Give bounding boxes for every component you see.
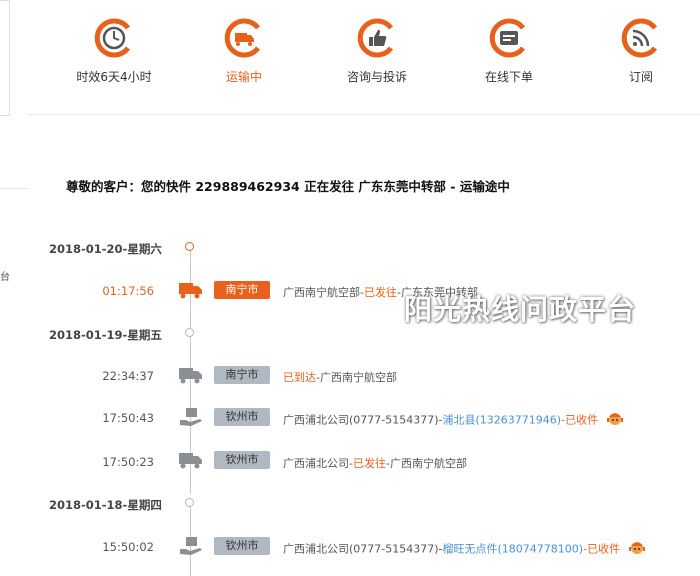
- courier-pickup-icon: [178, 535, 204, 555]
- thumbs-up-icon: [357, 18, 397, 58]
- event-time: 15:50:02: [102, 540, 154, 554]
- desc-text: -广西南宁航空部: [385, 457, 467, 470]
- tracking-headline: 尊敬的客户：您的快件 229889462934 正在发往 广东东莞中转部 - 运…: [66, 179, 510, 194]
- city-badge: 钦州市: [214, 451, 270, 469]
- nav-label: 运输中: [225, 70, 262, 84]
- timeline-dot: [185, 328, 194, 337]
- desc-status: 已发往: [352, 457, 386, 470]
- left-divider: [0, 188, 28, 189]
- event-description: 广西浦北公司-已发往-广西南宁航空部: [283, 455, 467, 471]
- left-box: [0, 0, 10, 116]
- nav-label: 在线下单: [484, 70, 533, 84]
- nav-item-subscribe[interactable]: 订阅: [586, 18, 696, 85]
- event-time: 01:17:56: [102, 284, 154, 298]
- courier-link[interactable]: 榴旺无点件(18074778100): [443, 543, 584, 556]
- courier-pickup-icon: [178, 406, 204, 426]
- desc-status: -已收件: [583, 542, 621, 556]
- date-header: 2018-01-20-星期六: [49, 242, 162, 256]
- rss-icon: [621, 18, 661, 58]
- watermark: 阳光热线问政平台: [404, 293, 637, 326]
- nav-item-complaint[interactable]: 咨询与投诉: [322, 18, 432, 85]
- timeline-dot: [185, 242, 194, 251]
- date-header: 2018-01-19-星期五: [49, 328, 162, 342]
- city-badge: 南宁市: [214, 366, 270, 384]
- desc-text: 广西浦北公司-: [283, 457, 353, 470]
- truck-icon: [178, 450, 204, 470]
- desc-text: 广西浦北公司(0777-5154377)-: [283, 413, 443, 427]
- nav-label: 时效6天4小时: [76, 70, 152, 84]
- nav-item-order-online[interactable]: 在线下单: [454, 18, 564, 85]
- card-icon: [489, 18, 529, 58]
- courier-avatar-icon[interactable]: [606, 411, 624, 430]
- courier-link[interactable]: 浦北县(13263771946): [443, 414, 562, 427]
- city-badge: 钦州市: [214, 537, 270, 555]
- city-badge: 钦州市: [214, 408, 270, 426]
- desc-status: -已收件: [561, 413, 599, 427]
- event-time: 22:34:37: [102, 369, 154, 383]
- desc-status: 已到达: [283, 371, 316, 384]
- clock-refresh-icon: [94, 18, 134, 58]
- nav-item-in-transit[interactable]: 运输中: [189, 18, 299, 85]
- truck-icon: [178, 365, 204, 385]
- event-time: 17:50:23: [102, 455, 154, 469]
- event-time: 17:50:43: [102, 411, 154, 425]
- desc-text: 广西南宁航空部-: [283, 286, 364, 299]
- nav-label: 订阅: [628, 70, 653, 84]
- desc-text: -广西南宁航空部: [316, 371, 397, 384]
- status-nav: 时效6天4小时 运输中 咨询与投诉 在线下单 订阅: [28, 0, 700, 115]
- city-badge: 南宁市: [214, 281, 270, 299]
- nav-label: 咨询与投诉: [346, 70, 407, 84]
- truck-icon: [178, 280, 204, 300]
- left-panel: 台: [0, 0, 29, 576]
- timeline-dot: [185, 498, 194, 507]
- left-edge-text: 台: [0, 272, 10, 283]
- event-description: 广西浦北公司(0777-5154377)-浦北县(13263771946)-已收…: [283, 411, 624, 430]
- event-description: 广西浦北公司(0777-5154377)-榴旺无点件(18074778100)-…: [283, 540, 646, 559]
- desc-text: 广西浦北公司(0777-5154377)-: [283, 542, 443, 556]
- event-description: 已到达-广西南宁航空部: [283, 369, 397, 385]
- nav-item-timeliness[interactable]: 时效6天4小时: [59, 18, 169, 85]
- date-header: 2018-01-18-星期四: [49, 498, 162, 512]
- courier-avatar-icon[interactable]: [628, 540, 646, 559]
- desc-status: 已发往: [363, 286, 397, 299]
- truck-icon: [224, 18, 264, 58]
